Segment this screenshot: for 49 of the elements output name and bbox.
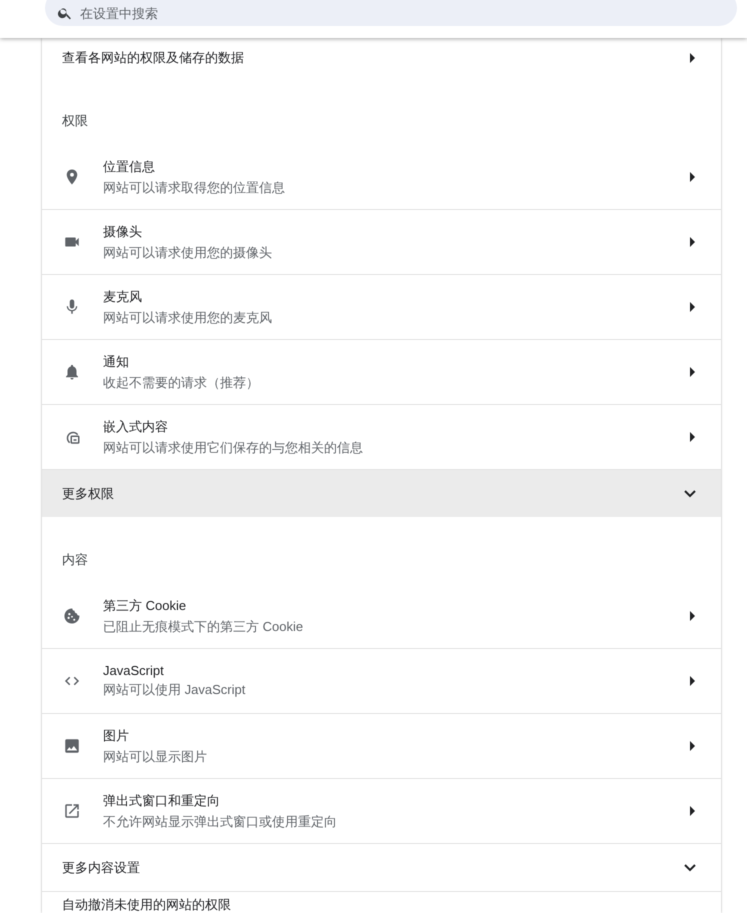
row-title: 弹出式窗口和重定向 (103, 792, 221, 810)
settings-row[interactable]: 第三方 Cookie 已阻止无痕模式下的第三方 Cookie (42, 584, 721, 648)
row-title: 通知 (103, 352, 130, 370)
arrow-right-icon (690, 237, 696, 247)
settings-row[interactable]: 摄像头 网站可以请求使用您的摄像头 (42, 209, 721, 274)
arrow-right-icon (690, 172, 696, 182)
settings-row[interactable]: 图片 网站可以显示图片 (42, 713, 721, 778)
row-title: 摄像头 (103, 222, 143, 240)
settings-row[interactable]: 麦克风 网站可以请求使用您的麦克风 (42, 274, 721, 339)
arrow-right-icon (690, 367, 696, 377)
row-title: JavaScript (103, 663, 165, 678)
arrow-right-icon (690, 676, 696, 686)
row-subtitle: 收起不需要的请求（推荐） (103, 374, 260, 392)
row-subtitle: 不允许网站显示弹出式窗口或使用重定向 (103, 812, 338, 830)
settings-row[interactable]: JavaScript 网站可以使用 JavaScript (42, 648, 721, 713)
arrow-right-icon (690, 302, 696, 312)
row-title: 位置信息 (103, 158, 156, 176)
row-subtitle: 网站可以使用 JavaScript (103, 681, 246, 699)
settings-row[interactable]: 通知 收起不需要的请求（推荐） (42, 339, 721, 404)
arrow-right-icon (690, 806, 696, 816)
section-heading: 权限 (62, 112, 88, 130)
chevron-down-icon (684, 490, 696, 498)
arrow-right-icon (690, 432, 696, 442)
settings-row[interactable]: 位置信息 网站可以请求取得您的位置信息 (42, 145, 721, 209)
bell-icon (63, 363, 81, 381)
settings-row[interactable]: 弹出式窗口和重定向 不允许网站显示弹出式窗口或使用重定向 (42, 778, 721, 843)
row-subtitle: 网站可以请求使用它们保存的与您相关的信息 (103, 438, 364, 456)
expand-row[interactable]: 更多内容设置 (42, 843, 721, 891)
cookie-icon (63, 607, 81, 625)
arrow-right-icon (690, 53, 696, 63)
open-in-new-icon (63, 802, 81, 820)
settings-link[interactable]: 查看各网站的权限及储存的数据 (42, 38, 721, 78)
row-title: 自动撤消未使用的网站的权限 (62, 897, 231, 912)
row-title: 麦克风 (103, 288, 143, 306)
arrow-right-icon (690, 611, 696, 621)
row-subtitle: 网站可以请求使用您的摄像头 (103, 244, 273, 262)
expand-row[interactable]: 更多权限 (42, 469, 721, 517)
row-title: 嵌入式内容 (103, 418, 169, 436)
row-title: 图片 (103, 726, 130, 744)
row-subtitle: 网站可以请求使用您的麦克风 (103, 308, 273, 326)
chevron-down-icon (684, 864, 696, 872)
image-icon (63, 737, 81, 755)
search-field[interactable]: 在设置中搜索 (45, 0, 737, 26)
row-subtitle: 网站可以请求取得您的位置信息 (103, 178, 286, 196)
section-heading: 内容 (62, 551, 88, 569)
row-subtitle: 已阻止无痕模式下的第三方 Cookie (103, 618, 304, 636)
row-title: 第三方 Cookie (103, 596, 188, 614)
arrow-right-icon (690, 741, 696, 751)
row-subtitle: 网站可以显示图片 (103, 748, 208, 766)
